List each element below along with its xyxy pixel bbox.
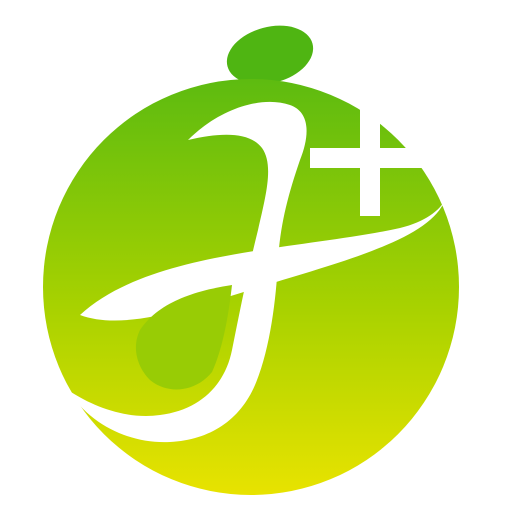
app-icon-canvas — [0, 0, 512, 512]
plus-horizontal-shape — [310, 148, 428, 168]
j-plus-logo — [43, 25, 459, 495]
